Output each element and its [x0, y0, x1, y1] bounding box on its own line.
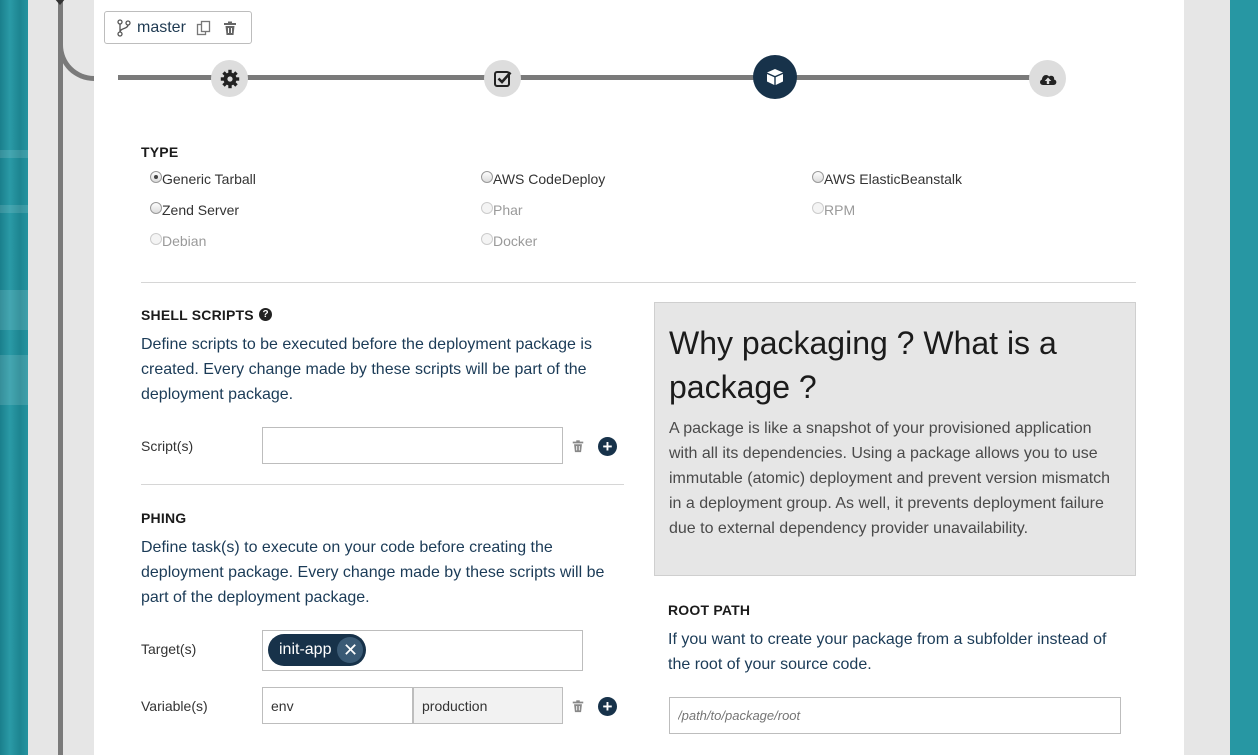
info-body: A package is like a snapshot of your pro… — [669, 420, 1111, 537]
radio-phar: Phar — [481, 202, 523, 218]
shell-scripts-title: SHELL SCRIPTS — [141, 307, 254, 323]
variables-label: Variable(s) — [141, 698, 208, 714]
targets-label: Target(s) — [141, 641, 197, 657]
background-stripe — [0, 290, 28, 330]
variable-value-input[interactable]: production — [413, 687, 563, 724]
pipeline-step-package[interactable] — [753, 55, 797, 99]
scripts-label: Script(s) — [141, 438, 194, 454]
rail-arrow-icon — [54, 0, 66, 5]
radio-button[interactable] — [150, 171, 162, 183]
phing-title: PHING — [141, 510, 187, 526]
branch-rail — [58, 0, 63, 755]
radio-debian: Debian — [150, 233, 206, 249]
pipeline-step-test[interactable] — [484, 60, 521, 97]
remove-tag-icon[interactable]: ✕ — [337, 637, 364, 663]
question-icon[interactable]: ? — [259, 308, 272, 321]
box-icon — [767, 69, 783, 85]
branch-name: master — [137, 18, 186, 36]
variable-key-input[interactable]: env — [262, 687, 413, 724]
checkbox-icon — [493, 70, 511, 87]
background-stripe — [0, 205, 28, 213]
radio-button — [150, 233, 162, 245]
branch-icon — [117, 18, 131, 37]
add-script-button[interactable]: + — [598, 437, 617, 456]
pipeline-step-deploy[interactable] — [1029, 60, 1066, 97]
radio-zend-server[interactable]: Zend Server — [150, 202, 239, 218]
shell-scripts-description: Define scripts to be executed before the… — [141, 336, 592, 403]
background-stripe — [0, 355, 28, 405]
copy-icon[interactable] — [196, 20, 212, 36]
pipeline-line — [118, 75, 1048, 80]
trash-icon[interactable] — [222, 20, 238, 36]
radio-button[interactable] — [150, 202, 162, 214]
info-heading: Why packaging ? What is a package ? — [669, 325, 1057, 405]
radio-docker: Docker — [481, 233, 537, 249]
divider — [141, 282, 1136, 283]
packaging-info-box: Why packaging ? What is a package ? A pa… — [654, 302, 1136, 576]
target-tag: init-app ✕ — [268, 634, 367, 666]
pipeline-step-settings[interactable] — [211, 60, 248, 97]
scripts-input[interactable] — [262, 427, 563, 464]
radio-button[interactable] — [481, 171, 493, 183]
cloud-upload-icon — [1039, 74, 1056, 85]
radio-button[interactable] — [812, 171, 824, 183]
trash-icon[interactable] — [571, 439, 585, 453]
root-path-title: ROOT PATH — [668, 602, 751, 618]
add-variable-button[interactable]: + — [598, 697, 617, 716]
branch-badge: master — [104, 11, 252, 44]
root-path-input[interactable] — [669, 697, 1121, 734]
radio-button — [812, 202, 824, 214]
trash-icon[interactable] — [571, 699, 585, 713]
radio-generic-tarball[interactable]: Generic Tarball — [150, 171, 256, 187]
root-path-description: If you want to create your package from … — [668, 631, 1107, 673]
radio-aws-codedeploy[interactable]: AWS CodeDeploy — [481, 171, 605, 187]
radio-rpm: RPM — [812, 202, 855, 218]
radio-button — [481, 202, 493, 214]
radio-button — [481, 233, 493, 245]
radio-aws-elasticbeanstalk[interactable]: AWS ElasticBeanstalk — [812, 171, 962, 187]
type-section-title: TYPE — [141, 144, 179, 160]
background-stripe — [0, 150, 28, 158]
phing-description: Define task(s) to execute on your code b… — [141, 539, 605, 606]
gear-icon — [220, 69, 239, 88]
divider — [141, 484, 624, 485]
target-tag-label: init-app — [279, 641, 332, 658]
